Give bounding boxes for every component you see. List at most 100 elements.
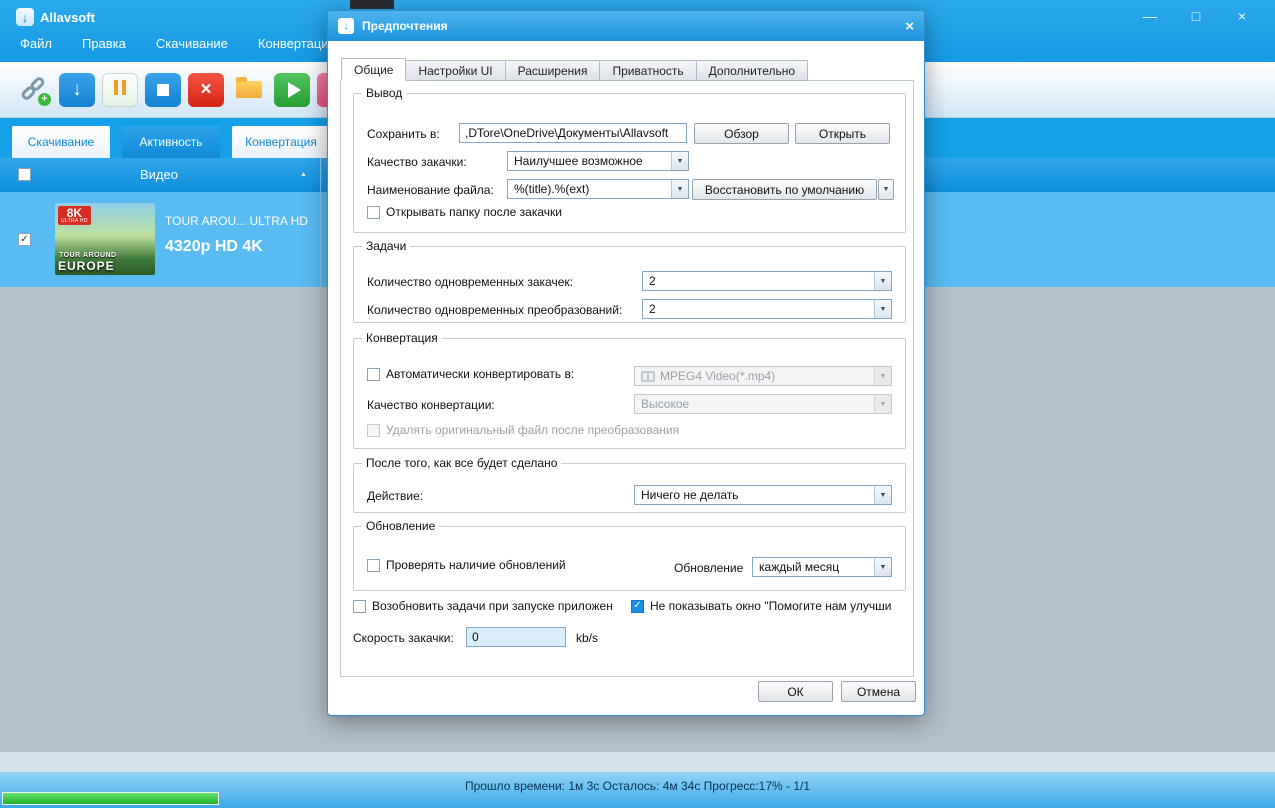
dialog-tabstrip: Общие Настройки UI Расширения Приватност…: [341, 58, 809, 81]
open-folder-row: Открывать папку после закачки: [367, 205, 562, 219]
action-label: Действие:: [367, 489, 424, 503]
maximize-button[interactable]: □: [1183, 8, 1209, 24]
video-resolution: 4320p HD 4K: [165, 238, 263, 255]
tab-general[interactable]: Общие: [341, 58, 407, 81]
delete-button[interactable]: ×: [188, 72, 224, 107]
check-updates-checkbox[interactable]: [367, 558, 380, 572]
auto-convert-row: Автоматически конвертировать в:: [367, 367, 574, 381]
hide-improve-window-checkbox[interactable]: ✓: [631, 599, 644, 613]
concurrent-downloads-label: Количество одновременных закачек:: [367, 275, 573, 289]
video-title: TOUR AROU... ULTRA HD: [165, 214, 308, 228]
selected-value: Ничего не делать: [641, 488, 739, 502]
tab-advanced[interactable]: Дополнительно: [696, 60, 809, 81]
chevron-down-icon: ▼: [874, 367, 891, 385]
cancel-button[interactable]: Отмена: [841, 681, 916, 702]
select-all-checkbox[interactable]: [18, 168, 31, 181]
open-folder-checkbox[interactable]: [367, 205, 380, 219]
open-folder-button[interactable]: [231, 73, 267, 107]
chevron-down-icon: ▼: [874, 395, 891, 413]
delete-original-row: Удалять оригинальный файл после преобраз…: [367, 423, 679, 437]
speed-limit-input[interactable]: 0: [466, 627, 566, 647]
download-arrow-icon: ↓: [72, 78, 82, 100]
filename-format-select[interactable]: %(title).%(ext) ▼: [507, 179, 689, 199]
tab-activity[interactable]: Активность: [122, 126, 220, 158]
progress-bar: [2, 792, 219, 805]
delete-original-checkbox: [367, 423, 380, 437]
delete-original-label: Удалять оригинальный файл после преобраз…: [386, 423, 680, 437]
update-group-legend: Обновление: [362, 519, 440, 533]
add-url-button[interactable]: +: [16, 73, 52, 107]
menubar: Файл Правка Скачивание Конвертация: [20, 36, 336, 51]
concurrent-conversions-select[interactable]: 2 ▼: [642, 299, 892, 319]
check-updates-row: Проверять наличие обновлений: [367, 558, 566, 572]
download-button[interactable]: ↓: [59, 72, 95, 107]
close-button[interactable]: ×: [1229, 8, 1255, 24]
menu-convert[interactable]: Конвертация: [258, 36, 336, 51]
background-window-fragment: [350, 0, 394, 9]
resume-tasks-checkbox[interactable]: [353, 599, 366, 613]
save-path-input[interactable]: ,DTore\OneDrive\Документы\Allavsoft: [459, 123, 687, 143]
pause-button[interactable]: [102, 72, 138, 107]
hide-improve-window-row: ✓ Не показывать окно "Помогите нам улучш…: [631, 599, 891, 613]
column-divider: [320, 158, 321, 192]
selected-value: 2: [649, 274, 656, 288]
selected-value: Высокое: [641, 397, 690, 411]
chevron-down-icon: ▼: [874, 300, 891, 318]
selected-value: 2: [649, 302, 656, 316]
download-quality-select[interactable]: Наилучшее возможное ▼: [507, 151, 689, 171]
update-period-label: Обновление: [674, 561, 744, 575]
after-done-group: После того, как все будет сделано Действ…: [353, 456, 906, 513]
tasks-group: Задачи Количество одновременных закачек:…: [353, 239, 906, 323]
chevron-down-icon: ▼: [874, 272, 891, 290]
chevron-down-icon: ▼: [671, 152, 688, 170]
tab-convert[interactable]: Конвертация: [232, 126, 330, 158]
tab-privacy[interactable]: Приватность: [600, 60, 697, 81]
restore-default-button[interactable]: Восстановить по умолчанию: [692, 179, 877, 200]
check-updates-label: Проверять наличие обновлений: [386, 558, 566, 572]
column-divider: [320, 192, 321, 287]
menu-download[interactable]: Скачивание: [156, 36, 228, 51]
dialog-titlebar: ↓ Предпочтения ×: [328, 11, 924, 41]
sort-icon[interactable]: ▲: [300, 171, 307, 178]
delete-x-icon: ×: [200, 78, 212, 100]
tab-download[interactable]: Скачивание: [12, 126, 110, 158]
content-footer-strip: [0, 752, 1275, 772]
convert-quality-select: Высокое ▼: [634, 394, 892, 414]
row-checkbox[interactable]: ✓: [18, 233, 31, 246]
selected-value: Наилучшее возможное: [514, 154, 643, 168]
video-format-icon: [641, 370, 655, 382]
speed-unit-label: kb/s: [576, 631, 599, 645]
minimize-button[interactable]: —: [1137, 8, 1163, 24]
dialog-close-button[interactable]: ×: [905, 18, 914, 35]
chevron-down-icon: ▼: [874, 486, 891, 504]
chevron-down-icon: ▼: [874, 558, 891, 576]
menu-edit[interactable]: Правка: [82, 36, 126, 51]
auto-convert-label: Автоматически конвертировать в:: [386, 367, 575, 381]
restore-default-dropdown-button[interactable]: ▼: [878, 179, 894, 200]
browse-button[interactable]: Обзор: [694, 123, 789, 144]
tab-extensions[interactable]: Расширения: [505, 60, 601, 81]
statusbar: Прошло времени: 1м 3с Осталось: 4м 34с П…: [0, 772, 1275, 808]
menu-file[interactable]: Файл: [20, 36, 52, 51]
open-button[interactable]: Открыть: [795, 123, 890, 144]
ok-button[interactable]: ОК: [758, 681, 833, 702]
video-thumbnail: 8K ULTRA HD TOUR AROUND EUROPE: [55, 203, 155, 275]
play-button[interactable]: [274, 72, 310, 107]
column-header-video[interactable]: Видео: [140, 167, 178, 182]
open-folder-label: Открывать папку после закачки: [386, 205, 562, 219]
stop-button[interactable]: [145, 72, 181, 107]
folder-icon: [236, 77, 262, 98]
output-group-legend: Вывод: [362, 86, 407, 100]
play-icon: [287, 81, 301, 98]
pause-icon: [112, 79, 128, 100]
concurrent-downloads-select[interactable]: 2 ▼: [642, 271, 892, 291]
allavsoft-app-icon: ↓: [16, 8, 34, 26]
selected-value: MPEG4 Video(*.mp4): [660, 369, 776, 383]
auto-convert-checkbox[interactable]: [367, 367, 380, 381]
update-period-select[interactable]: каждый месяц ▼: [752, 557, 892, 577]
tab-ui-settings[interactable]: Настройки UI: [406, 60, 506, 81]
speed-limit-label: Скорость закачки:: [353, 631, 454, 645]
filename-format-label: Наименование файла:: [367, 183, 494, 197]
after-done-action-select[interactable]: Ничего не делать ▼: [634, 485, 892, 505]
output-group: Вывод Сохранить в: ,DTore\OneDrive\Докум…: [353, 86, 906, 233]
